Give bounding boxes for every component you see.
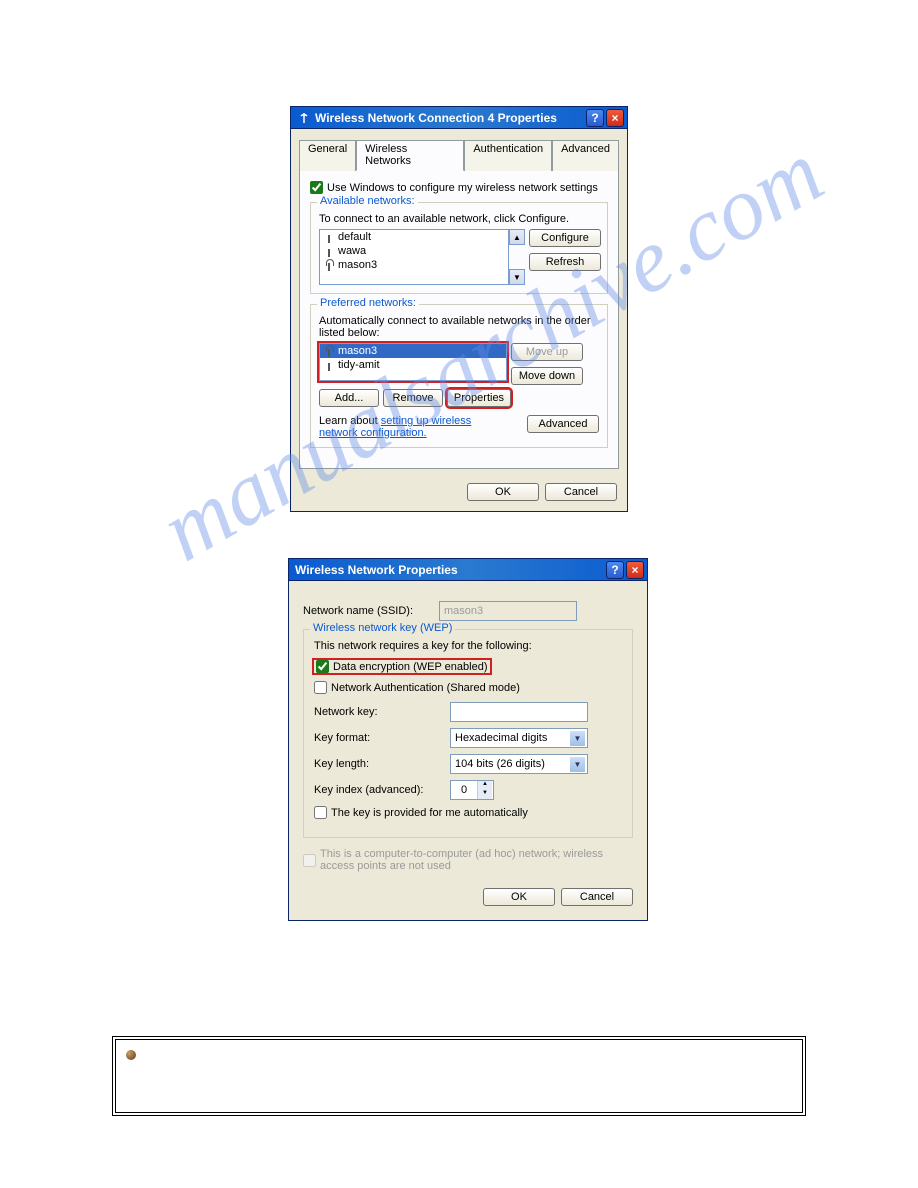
dialog1-footer: OK Cancel [291, 477, 627, 511]
note-region [112, 1036, 806, 1116]
preferred-legend: Preferred networks: [317, 297, 419, 309]
cancel-button[interactable]: Cancel [561, 888, 633, 906]
adhoc-label: This is a computer-to-computer (ad hoc) … [320, 848, 620, 872]
close-icon[interactable]: × [606, 109, 624, 127]
antenna-icon [324, 345, 334, 357]
available-networks-group: Available networks: To connect to an ava… [310, 202, 608, 294]
ssid-label: Network name (SSID): [303, 605, 433, 617]
wireless-window-icon [297, 111, 311, 125]
key-index-spinner[interactable]: ▲ ▼ [450, 780, 494, 800]
auto-key-label: The key is provided for me automatically [331, 807, 528, 819]
wep-group: Wireless network key (WEP) This network … [303, 629, 633, 838]
spin-down-icon[interactable]: ▼ [478, 790, 492, 799]
auto-key-checkbox[interactable] [314, 806, 327, 819]
key-format-label: Key format: [314, 732, 444, 744]
chevron-down-icon: ▼ [570, 757, 585, 772]
help-icon[interactable]: ? [586, 109, 604, 127]
dialog-network-properties: Wireless Network Properties ? × Network … [288, 558, 648, 921]
ok-button[interactable]: OK [467, 483, 539, 501]
refresh-button[interactable]: Refresh [529, 253, 601, 271]
data-encryption-label: Data encryption (WEP enabled) [333, 661, 488, 673]
use-windows-checkbox[interactable] [310, 181, 323, 194]
network-auth-label: Network Authentication (Shared mode) [331, 682, 520, 694]
help-icon[interactable]: ? [606, 561, 624, 579]
list-item[interactable]: wawa [320, 244, 508, 258]
advanced-button[interactable]: Advanced [527, 415, 599, 433]
list-item[interactable]: tidy-amit [320, 358, 506, 372]
preferred-networks-group: Preferred networks: Automatically connec… [310, 304, 608, 448]
use-windows-label: Use Windows to configure my wireless net… [327, 182, 598, 194]
ssid-field [439, 601, 577, 621]
cancel-button[interactable]: Cancel [545, 483, 617, 501]
requires-label: This network requires a key for the foll… [314, 640, 622, 652]
dialog-connection-properties: Wireless Network Connection 4 Properties… [290, 106, 628, 512]
titlebar-2: Wireless Network Properties ? × [289, 559, 647, 581]
tab-general[interactable]: General [299, 140, 356, 171]
move-down-button[interactable]: Move down [511, 367, 583, 385]
antenna-icon [324, 259, 334, 271]
key-length-select[interactable]: 104 bits (26 digits) ▼ [450, 754, 588, 774]
scroll-up-icon[interactable]: ▲ [509, 229, 525, 245]
properties-button[interactable]: Properties [447, 389, 511, 407]
key-length-label: Key length: [314, 758, 444, 770]
key-index-value[interactable] [451, 781, 477, 799]
learn-prefix: Learn about [319, 415, 381, 427]
close-icon[interactable]: × [626, 561, 644, 579]
ok-button[interactable]: OK [483, 888, 555, 906]
list-item[interactable]: mason3 [320, 344, 506, 358]
move-up-button[interactable]: Move up [511, 343, 583, 361]
list-item[interactable]: default [320, 230, 508, 244]
tab-authentication[interactable]: Authentication [464, 140, 552, 171]
tabs: General Wireless Networks Authentication… [299, 139, 619, 170]
scroll-down-icon[interactable]: ▼ [509, 269, 525, 285]
network-key-label: Network key: [314, 706, 444, 718]
window-title-2: Wireless Network Properties [295, 563, 606, 577]
antenna-icon [324, 245, 334, 257]
add-button[interactable]: Add... [319, 389, 379, 407]
key-index-label: Key index (advanced): [314, 784, 444, 796]
network-auth-checkbox[interactable] [314, 681, 327, 694]
available-legend: Available networks: [317, 195, 418, 207]
antenna-icon [324, 231, 334, 243]
preferred-listbox[interactable]: mason3 tidy-amit [319, 343, 507, 381]
configure-button[interactable]: Configure [529, 229, 601, 247]
list-item[interactable]: mason3 [320, 258, 508, 272]
data-encryption-checkbox[interactable] [316, 660, 329, 673]
titlebar-1: Wireless Network Connection 4 Properties… [291, 107, 627, 129]
key-format-select[interactable]: Hexadecimal digits ▼ [450, 728, 588, 748]
bullet-icon [126, 1050, 136, 1060]
spin-up-icon[interactable]: ▲ [478, 781, 492, 790]
tab-wireless-networks[interactable]: Wireless Networks [356, 140, 464, 171]
wep-legend: Wireless network key (WEP) [310, 622, 455, 634]
window-title-1: Wireless Network Connection 4 Properties [315, 111, 586, 125]
network-key-field[interactable] [450, 702, 588, 722]
remove-button[interactable]: Remove [383, 389, 443, 407]
preferred-hint: Automatically connect to available netwo… [319, 315, 599, 339]
antenna-icon [324, 359, 334, 371]
chevron-down-icon: ▼ [570, 731, 585, 746]
adhoc-checkbox [303, 854, 316, 867]
available-listbox[interactable]: default wawa mason3 [319, 229, 509, 285]
available-hint: To connect to an available network, clic… [319, 213, 599, 225]
wireless-panel: Use Windows to configure my wireless net… [299, 170, 619, 469]
tab-advanced[interactable]: Advanced [552, 140, 619, 171]
